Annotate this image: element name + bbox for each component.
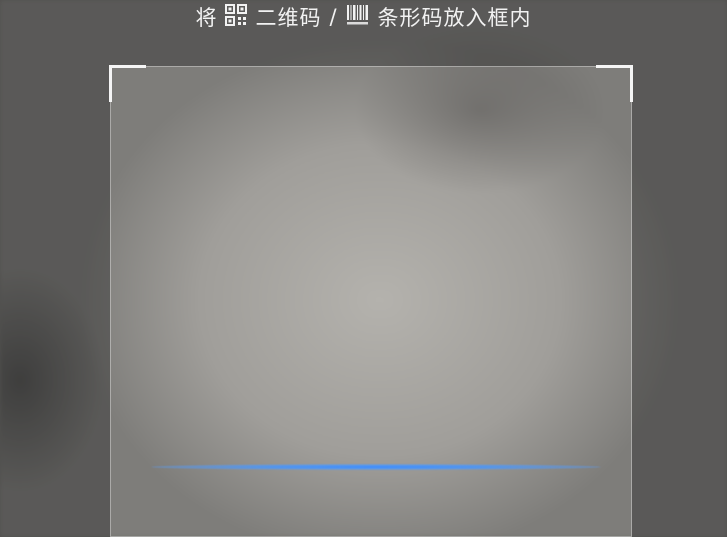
hint-prefix: 将: [195, 6, 218, 30]
scan-window: [109, 65, 633, 537]
qr-scanner-screen: 将 二维码 / 条形码放入框内: [0, 0, 727, 537]
scan-line: [151, 464, 601, 470]
mask-right: [632, 66, 727, 537]
hint-qr-label: 二维码: [255, 6, 322, 30]
hint-barcode-label: 条形码放入框内: [377, 6, 532, 30]
qr-code-icon: [225, 3, 248, 31]
frame-corner-top-left: [109, 65, 146, 102]
barcode-icon: [346, 4, 370, 31]
mask-left: [0, 66, 110, 537]
scan-instruction: 将 二维码 / 条形码放入框内: [0, 0, 727, 34]
hint-separator: /: [329, 5, 338, 29]
frame-corner-top-right: [596, 65, 633, 102]
